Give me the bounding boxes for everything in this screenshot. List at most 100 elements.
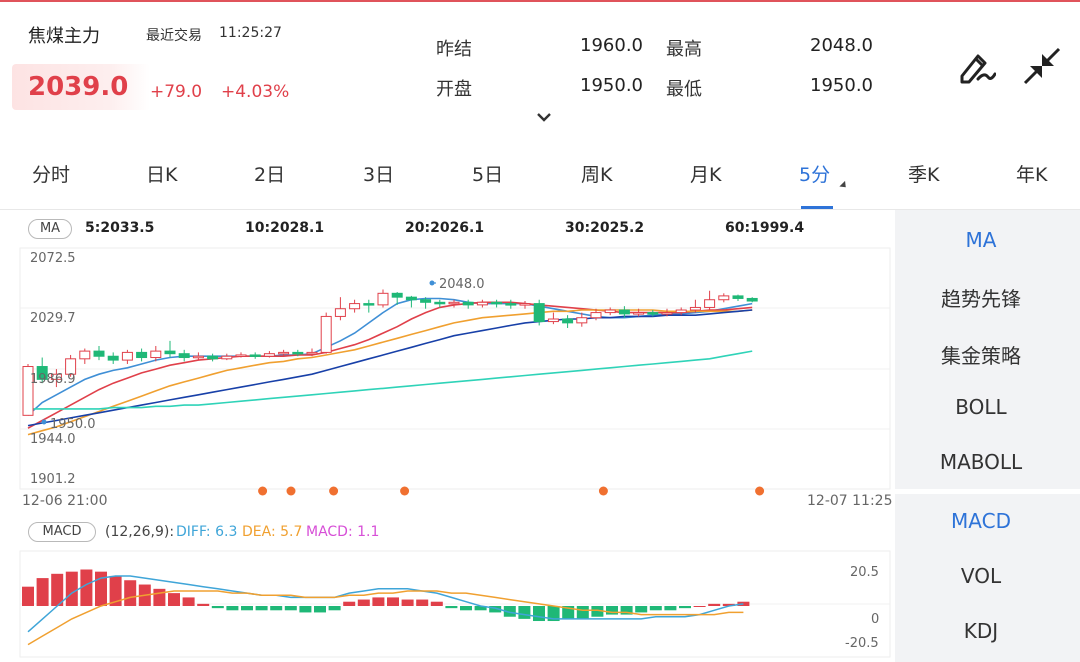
macd-bar [416,599,429,606]
signal-marker [598,486,608,496]
price-tick: 2072.5 [30,251,76,266]
candle [604,309,616,314]
candle [107,355,119,361]
macd-bar [241,606,253,611]
macd-bar [679,606,691,609]
candle [192,355,204,359]
high-annotation: 2048.0 [439,277,485,292]
price-tick: 1986.9 [30,372,76,387]
indicator-kdj[interactable]: KDJ [895,619,1067,643]
indicator-trend-pioneer[interactable]: 趋势先锋 [895,283,1067,312]
candle [420,299,432,303]
ma-line-ma60 [28,350,753,410]
candle [732,295,744,299]
kline-chart[interactable]: 2072.5 2029.7 1986.9 1944.0 1901.2 2048.… [0,0,895,662]
macd-bar [576,606,589,619]
candle [519,303,531,306]
macd-bar [708,603,721,606]
macd-histogram [22,569,750,622]
candle [718,295,730,301]
signal-marker [329,486,339,496]
candle [178,353,190,359]
candle [434,301,446,305]
candle [377,292,389,306]
candle [79,350,91,360]
signal-marker [400,486,410,496]
signal-marker [286,486,296,496]
indicator-vol[interactable]: VOL [895,564,1067,588]
candle [121,351,133,361]
candle [221,355,233,360]
macd-bar [153,588,166,606]
macd-tick: 0 [871,612,879,627]
candle [292,351,304,355]
macd-bar [460,606,472,611]
macd-axis: 20.5 0 -20.5 [845,565,879,651]
macd-bar [445,606,458,609]
candle [93,350,105,357]
candle [491,301,503,305]
indicator-boll[interactable]: BOLL [895,395,1067,419]
collapse-fullscreen-icon[interactable] [1022,46,1062,86]
macd-bar [314,606,326,613]
macd-params: (12,26,9): [105,524,175,540]
macd-bar [328,606,341,611]
candle [547,318,559,323]
candle [391,292,403,298]
low-annotation: 1950.0 [50,417,96,432]
draw-pen-icon[interactable] [956,46,996,86]
macd-bar [211,606,224,609]
candle [562,318,574,324]
macd-bar [270,606,283,611]
price-tick: 1901.2 [30,472,76,487]
candle [505,303,517,306]
candle [249,354,261,357]
macd-bar [401,599,414,606]
price-tick: 1944.0 [30,432,76,447]
candle [235,354,247,357]
time-axis-start: 12-06 21:00 [22,493,108,509]
macd-bar [284,606,297,611]
macd-tick: -20.5 [845,636,879,651]
candle [746,297,758,302]
macd-bar [606,606,618,615]
candle [320,315,332,353]
macd-bar [51,573,64,606]
indicator-maboll[interactable]: MABOLL [895,450,1067,474]
macd-bar [65,571,78,606]
candle [633,312,645,315]
macd-bar [649,606,662,611]
indicator-macd[interactable]: MACD [895,509,1067,533]
candle [164,350,176,355]
tab-quarterly[interactable]: 季K [908,160,939,187]
candle [476,301,488,306]
time-axis-end: 12-07 11:25 [807,493,893,509]
macd-indicator-tag[interactable]: MACD [28,522,96,542]
candle [349,303,361,310]
candle [334,308,346,317]
macd-dea: DEA: 5.7 [242,524,303,540]
candle [150,350,162,359]
macd-bar [168,593,180,606]
tab-yearly[interactable]: 年K [1016,160,1047,187]
macd-bar [693,606,706,607]
indicator-gold-strategy[interactable]: 集金策略 [895,340,1067,369]
signal-marker [258,486,268,496]
candle [306,351,318,355]
macd-bar [22,586,34,606]
candle [278,351,290,355]
macd-bar [430,601,443,606]
macd-tick: 20.5 [850,565,879,580]
macd-bar [36,578,49,606]
candle [448,301,460,305]
high-marker-dot [429,280,435,286]
candle [533,303,545,323]
macd-bar [518,606,531,619]
ma-line-ma20 [27,309,753,436]
candle [661,312,673,315]
indicator-ma[interactable]: MA [895,228,1067,252]
macd-bar [387,597,399,606]
candle [704,299,716,308]
macd-bar [124,580,137,606]
macd-diff: DIFF: 6.3 [176,524,238,540]
